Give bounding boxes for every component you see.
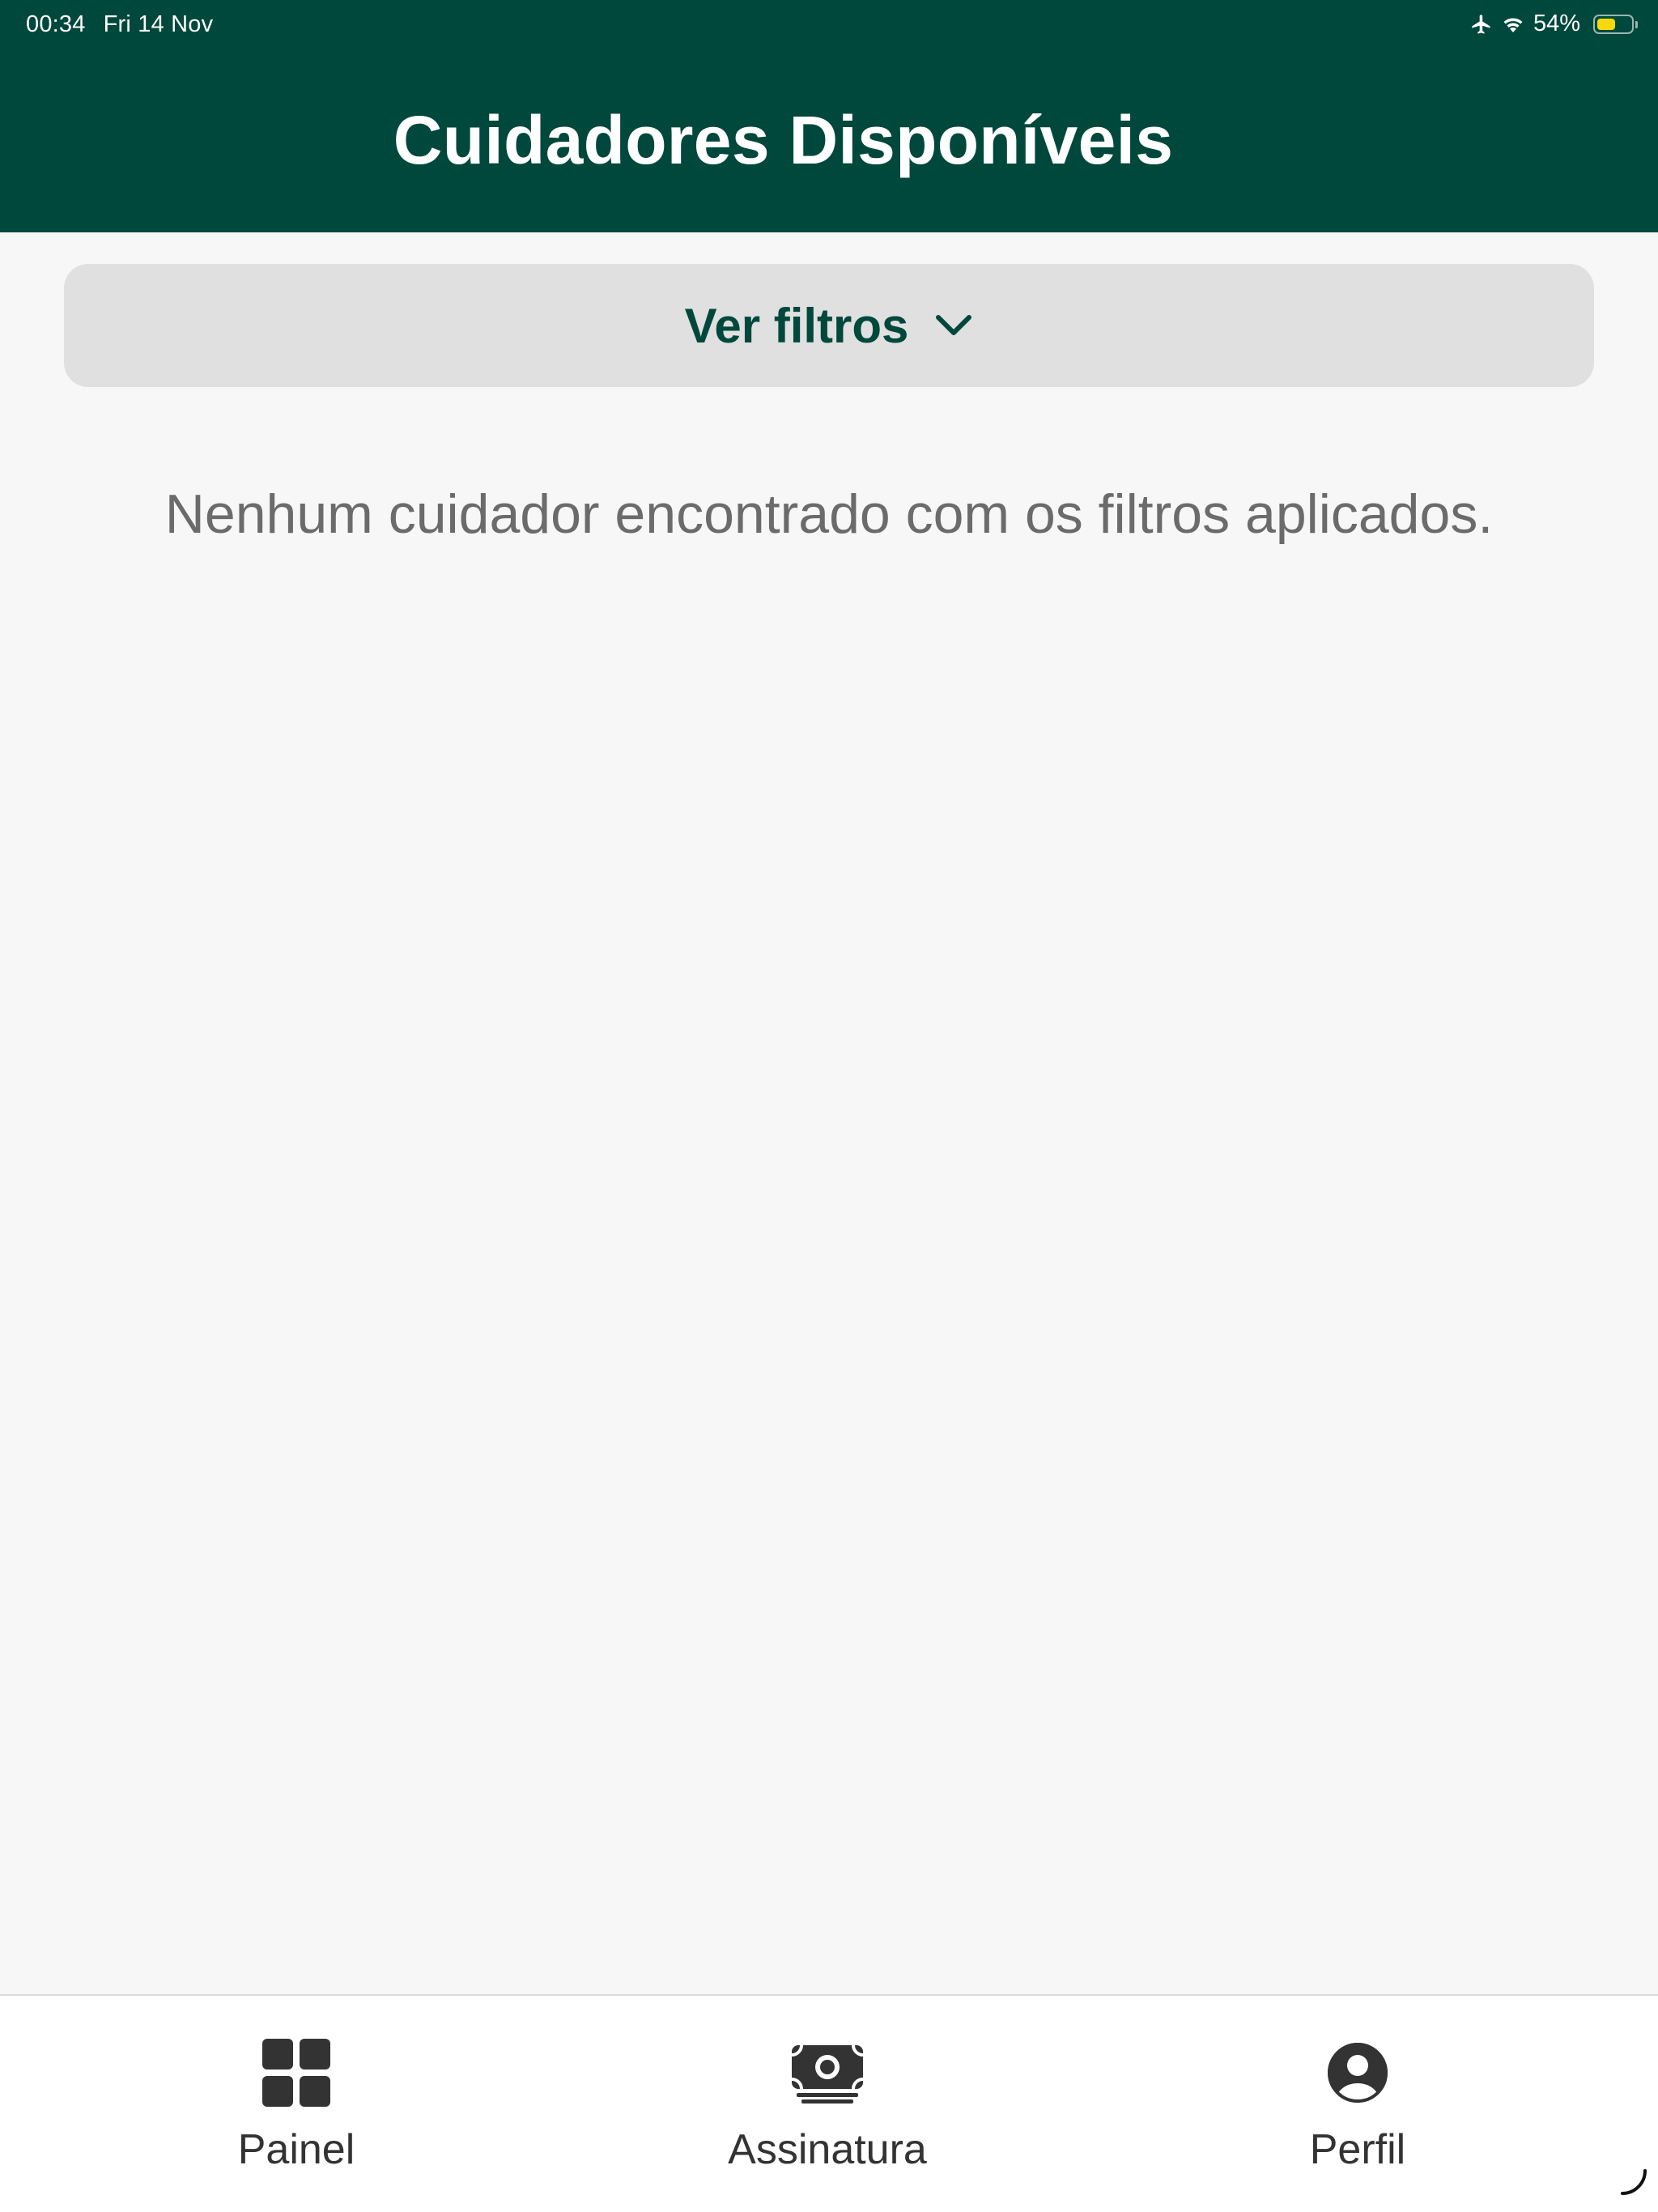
battery-level-fill (1597, 18, 1615, 30)
tab-perfil-label: Perfil (1309, 2126, 1406, 2173)
money-bill-icon (790, 2036, 865, 2109)
tab-assinatura[interactable]: Assinatura (682, 1996, 973, 2182)
app-header: 00:34 Fri 14 Nov 54% Cuidadores Disponív… (0, 0, 1658, 232)
status-bar-right: 54% (1470, 11, 1638, 37)
tab-painel-label: Painel (237, 2126, 355, 2173)
battery-icon (1593, 14, 1638, 34)
tab-painel[interactable]: Painel (151, 1996, 442, 2182)
status-date: Fri 14 Nov (103, 11, 214, 37)
tab-perfil[interactable]: Perfil (1212, 1996, 1503, 2182)
status-bar-left: 00:34 Fri 14 Nov (26, 11, 213, 38)
wifi-icon (1501, 15, 1525, 34)
tab-assinatura-label: Assinatura (728, 2126, 927, 2173)
user-circle-icon (1326, 2036, 1389, 2109)
chevron-down-icon (934, 313, 973, 338)
status-time: 00:34 (26, 11, 86, 37)
page-title: Cuidadores Disponíveis (393, 102, 1174, 178)
loading-indicator-icon (1618, 2166, 1650, 2202)
filter-toggle-button[interactable]: Ver filtros (64, 264, 1594, 387)
filter-toggle-label: Ver filtros (684, 298, 909, 353)
empty-state-message: Nenhum cuidador encontrado com os filtro… (164, 483, 1494, 545)
bottom-tab-bar: Painel Assinatura Perfil (0, 1994, 1658, 2212)
airplane-icon (1470, 13, 1493, 36)
app-screen: 00:34 Fri 14 Nov 54% Cuidadores Disponív… (0, 0, 1658, 2212)
dashboard-grid-icon (262, 2036, 330, 2109)
battery-percent: 54% (1533, 11, 1580, 36)
